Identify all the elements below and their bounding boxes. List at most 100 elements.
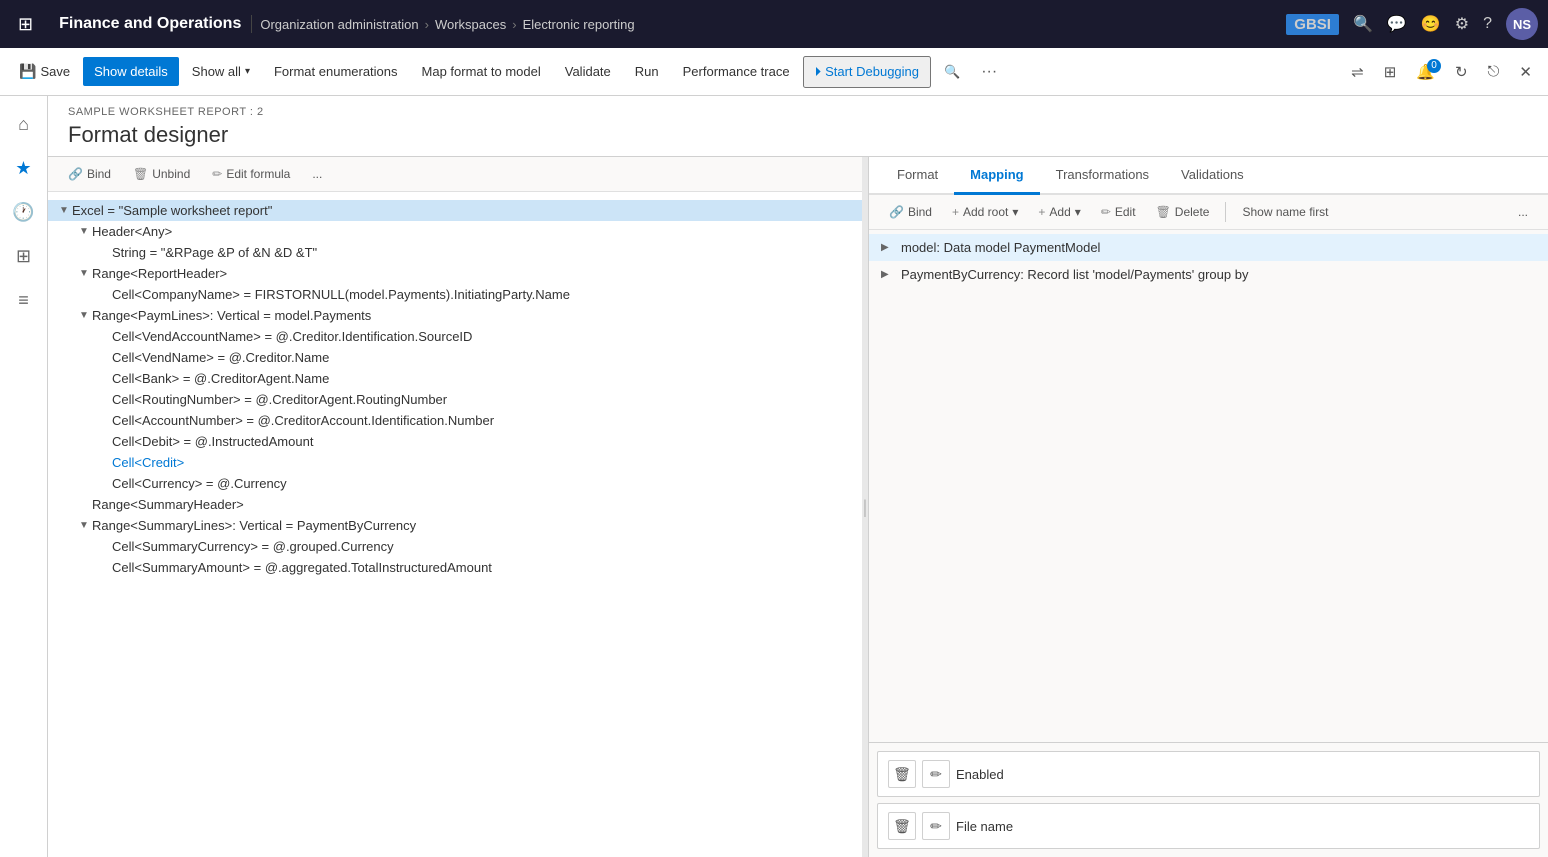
data-tree-item[interactable]: ▶PaymentByCurrency: Record list 'model/P… (869, 261, 1548, 288)
data-toggle[interactable]: ▶ (881, 242, 895, 253)
performance-trace-button[interactable]: Performance trace (672, 57, 801, 86)
bind-button[interactable]: 🔗 Bind (60, 163, 119, 185)
add-button[interactable]: + Add ▾ (1030, 201, 1088, 223)
close-icon[interactable]: ✕ (1511, 57, 1540, 87)
tree-item-text: Range<ReportHeader> (92, 266, 854, 281)
breadcrumb-org[interactable]: Organization administration (260, 17, 418, 32)
delete-label: Delete (1175, 205, 1210, 219)
tree-item[interactable]: Cell<CompanyName> = FIRSTORNULL(model.Pa… (48, 284, 862, 305)
tree-item-text: Cell<Bank> = @.CreditorAgent.Name (112, 371, 854, 386)
app-grid-icon[interactable]: ⊞ (10, 10, 41, 39)
tree-item[interactable]: ▼Excel = "Sample worksheet report" (48, 200, 862, 221)
toolbar-search-button[interactable]: 🔍 (933, 57, 971, 87)
format-enumerations-label: Format enumerations (274, 64, 398, 79)
tree-item[interactable]: ▼Range<PaymLines>: Vertical = model.Paym… (48, 305, 862, 326)
tree-item[interactable]: Cell<AccountNumber> = @.CreditorAccount.… (48, 410, 862, 431)
data-tree-item[interactable]: ▶model: Data model PaymentModel (869, 234, 1548, 261)
sidebar-list[interactable]: ≡ (4, 280, 44, 320)
sidebar-clock[interactable]: 🕐 (4, 192, 44, 232)
add-root-label: Add root (963, 205, 1008, 219)
settings-icon[interactable]: ⚙ (1455, 14, 1469, 34)
bottom-card: 🗑✏Enabled (877, 751, 1540, 797)
tab-format[interactable]: Format (881, 157, 954, 195)
breadcrumb-workspaces[interactable]: Workspaces (435, 17, 506, 32)
chat-icon[interactable]: 💬 (1387, 14, 1407, 34)
edit-formula-icon: ✏ (212, 167, 222, 181)
show-details-label: Show details (94, 64, 168, 79)
edit-button[interactable]: ✏ Edit (1093, 201, 1144, 223)
card-label: File name (956, 819, 1529, 834)
sidebar-star[interactable]: ★ (4, 148, 44, 188)
toolbar-more-button[interactable]: ··· (973, 57, 1005, 87)
add-root-button[interactable]: + Add root ▾ (944, 201, 1026, 223)
sidebar-home[interactable]: ⌂ (4, 104, 44, 144)
save-button[interactable]: 💾 Save (8, 56, 81, 87)
unbind-button[interactable]: 🗑 Unbind (125, 163, 198, 185)
tree-item[interactable]: ▼Range<ReportHeader> (48, 263, 862, 284)
breadcrumb-er[interactable]: Electronic reporting (523, 17, 635, 32)
tree-item[interactable]: Cell<RoutingNumber> = @.CreditorAgent.Ro… (48, 389, 862, 410)
format-enumerations-button[interactable]: Format enumerations (263, 57, 409, 86)
right-bind-button[interactable]: 🔗 Bind (881, 201, 940, 223)
tree-item[interactable]: Cell<VendName> = @.Creditor.Name (48, 347, 862, 368)
search-icon[interactable]: 🔍 (1353, 14, 1373, 34)
layout-icon[interactable]: ⊞ (1376, 57, 1405, 87)
tree-toggle[interactable]: ▼ (76, 226, 92, 237)
tab-transformations[interactable]: Transformations (1040, 157, 1165, 195)
tree-item-text: String = "&RPage &P of &N &D &T" (112, 245, 854, 260)
tree-item[interactable]: Cell<Credit> (48, 452, 862, 473)
refresh-icon[interactable]: ↻ (1447, 57, 1476, 87)
tree-item[interactable]: Cell<SummaryCurrency> = @.grouped.Curren… (48, 536, 862, 557)
validate-button[interactable]: Validate (554, 57, 622, 86)
unbind-icon: 🗑 (133, 167, 148, 181)
right-panel: FormatMappingTransformationsValidations … (868, 157, 1548, 857)
tree-toggle[interactable]: ▼ (56, 205, 72, 216)
tree-item[interactable]: Cell<Bank> = @.CreditorAgent.Name (48, 368, 862, 389)
tree-toggle[interactable]: ▼ (76, 520, 92, 531)
card-edit-button[interactable]: ✏ (922, 812, 950, 840)
card-delete-button[interactable]: 🗑 (888, 812, 916, 840)
tree-item[interactable]: String = "&RPage &P of &N &D &T" (48, 242, 862, 263)
open-new-icon[interactable]: ⎋ (1480, 57, 1508, 86)
user-avatar[interactable]: NS (1506, 8, 1538, 40)
data-toggle[interactable]: ▶ (881, 269, 895, 280)
tab-mapping[interactable]: Mapping (954, 157, 1039, 195)
data-tree-area: ▶model: Data model PaymentModel▶PaymentB… (869, 230, 1548, 742)
tree-item-text: Range<PaymLines>: Vertical = model.Payme… (92, 308, 854, 323)
sidebar-grid[interactable]: ⊞ (4, 236, 44, 276)
tree-item[interactable]: ▼Header<Any> (48, 221, 862, 242)
company-badge[interactable]: GBSI (1286, 14, 1339, 35)
left-panel: 🔗 Bind 🗑 Unbind ✏ Edit formula ... (48, 157, 862, 857)
tree-toggle[interactable]: ▼ (76, 268, 92, 279)
tree-toggle[interactable]: ▼ (76, 310, 92, 321)
right-bind-icon: 🔗 (889, 205, 904, 219)
tree-item[interactable]: Cell<Currency> = @.Currency (48, 473, 862, 494)
tree-item[interactable]: Cell<VendAccountName> = @.Creditor.Ident… (48, 326, 862, 347)
card-delete-button[interactable]: 🗑 (888, 760, 916, 788)
tree-item[interactable]: Cell<SummaryAmount> = @.aggregated.Total… (48, 557, 862, 578)
tree-item[interactable]: Range<SummaryHeader> (48, 494, 862, 515)
edit-icon: ✏ (1101, 205, 1111, 219)
run-label: Run (635, 64, 659, 79)
help-icon[interactable]: ? (1483, 15, 1492, 33)
emoji-icon[interactable]: 😊 (1421, 14, 1441, 34)
show-details-button[interactable]: Show details (83, 57, 179, 86)
show-all-button[interactable]: Show all ▾ (181, 57, 261, 86)
right-toolbar-sep (1225, 202, 1226, 222)
start-debugging-button[interactable]: ⏵ Start Debugging (803, 56, 931, 88)
show-name-first-button[interactable]: Show name first (1234, 201, 1336, 223)
card-edit-button[interactable]: ✏ (922, 760, 950, 788)
tree-item[interactable]: Cell<Debit> = @.InstructedAmount (48, 431, 862, 452)
edit-formula-button[interactable]: ✏ Edit formula (204, 163, 298, 185)
tree-item[interactable]: ▼Range<SummaryLines>: Vertical = Payment… (48, 515, 862, 536)
badge-icon[interactable]: 🔔0 (1408, 57, 1443, 87)
right-more-button[interactable]: ... (1510, 201, 1536, 223)
delete-button[interactable]: 🗑 Delete (1148, 201, 1218, 223)
run-button[interactable]: Run (624, 57, 670, 86)
tab-validations[interactable]: Validations (1165, 157, 1260, 195)
map-format-to-model-button[interactable]: Map format to model (411, 57, 552, 86)
breadcrumb: Organization administration › Workspaces… (260, 17, 1278, 32)
add-arrow: ▾ (1075, 205, 1081, 219)
compare-icon[interactable]: ⇌ (1343, 57, 1372, 87)
left-more-button[interactable]: ... (304, 163, 330, 185)
